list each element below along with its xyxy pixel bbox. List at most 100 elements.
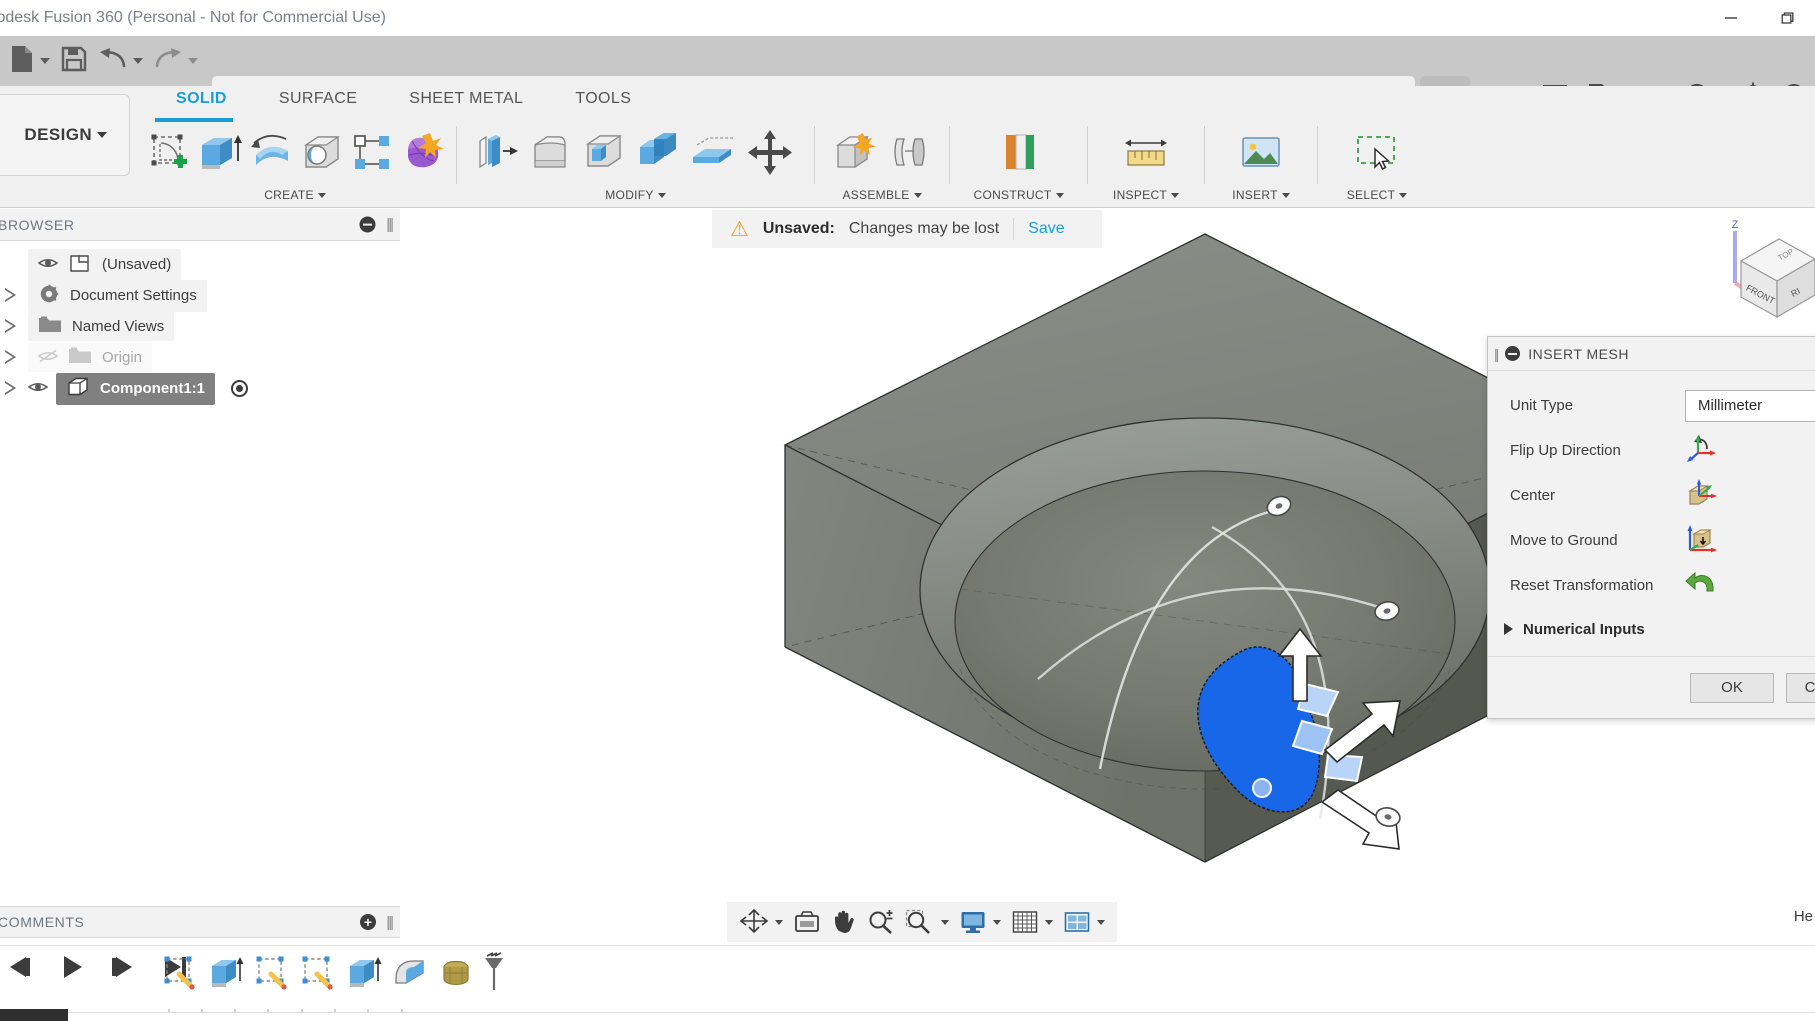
combine-button[interactable] xyxy=(633,124,683,182)
add-comment-button[interactable]: + xyxy=(360,914,376,930)
comments-resize-grip[interactable]: ||| xyxy=(386,914,392,931)
browser-row-document-settings[interactable]: Document Settings xyxy=(0,280,400,311)
look-at-button[interactable] xyxy=(789,905,825,939)
timeline-item-sketch[interactable] xyxy=(160,953,200,996)
panel-title-inspect[interactable]: INSPECT xyxy=(1094,184,1198,206)
comments-panel-header: COMMENTS + ||| xyxy=(0,906,400,938)
browser-title: BROWSER xyxy=(0,217,75,233)
create-sketch-button[interactable] xyxy=(148,124,192,182)
new-file-button[interactable] xyxy=(4,40,55,82)
assemble-tools xyxy=(821,122,943,184)
ribbon-tab-surface[interactable]: SURFACE xyxy=(253,90,383,108)
panel-divider xyxy=(814,126,815,184)
expand-arrow[interactable] xyxy=(0,319,22,334)
pattern-button[interactable] xyxy=(350,124,396,182)
extrude-button[interactable] xyxy=(196,124,244,182)
expand-arrow[interactable] xyxy=(0,381,22,396)
flip-up-direction-icon[interactable] xyxy=(1685,433,1717,468)
timeline-item-fillet[interactable] xyxy=(390,953,430,996)
numerical-inputs-expander[interactable]: Numerical Inputs xyxy=(1488,608,1815,650)
panel-title-insert[interactable]: INSERT xyxy=(1211,184,1311,206)
timeline-item-mesh-body[interactable] xyxy=(436,953,476,996)
view-navigation-bar xyxy=(727,902,1117,942)
timeline-end-marker-icon[interactable] xyxy=(482,952,508,997)
offset-face-button[interactable] xyxy=(687,124,737,182)
pan-button[interactable] xyxy=(827,905,861,939)
save-button[interactable] xyxy=(55,40,93,82)
joint-button[interactable] xyxy=(884,124,935,182)
ok-button[interactable]: OK xyxy=(1690,673,1774,703)
status-indicator xyxy=(0,1009,68,1021)
shell-button[interactable] xyxy=(579,124,629,182)
new-component-button[interactable] xyxy=(829,124,880,182)
browser-row-label: Named Views xyxy=(72,318,164,335)
minimize-button[interactable] xyxy=(1703,0,1759,36)
step-forward-icon[interactable] xyxy=(106,954,140,985)
press-pull-button[interactable] xyxy=(471,124,521,182)
chevron-down-icon xyxy=(1045,920,1053,925)
fit-button[interactable] xyxy=(901,905,953,939)
browser-row-unsaved[interactable]: (Unsaved) xyxy=(0,249,400,280)
expand-arrow[interactable] xyxy=(0,350,22,365)
cancel-button[interactable]: Cancel xyxy=(1786,673,1815,703)
browser-collapse-button[interactable] xyxy=(359,216,376,233)
panel-title-insert-label: INSERT xyxy=(1232,188,1278,202)
hole-button[interactable] xyxy=(300,124,346,182)
dialog-drag-grip[interactable]: || xyxy=(1494,346,1497,362)
folder-icon xyxy=(68,346,92,369)
panel-title-assemble[interactable]: ASSEMBLE xyxy=(821,184,943,206)
timeline-item-extrude[interactable] xyxy=(206,953,246,996)
activate-component-radio[interactable] xyxy=(231,380,248,397)
select-window-button[interactable] xyxy=(1351,124,1403,182)
restore-button[interactable] xyxy=(1759,0,1815,36)
ribbon-tab-tools[interactable]: TOOLS xyxy=(549,90,657,108)
fillet-button[interactable] xyxy=(525,124,575,182)
reset-transformation-icon[interactable] xyxy=(1685,569,1717,602)
timeline-item-sketch[interactable] xyxy=(252,953,292,996)
browser-header: BROWSER ||| xyxy=(0,209,400,241)
move-to-ground-icon[interactable] xyxy=(1685,523,1717,558)
undo-button[interactable] xyxy=(93,40,148,82)
center-icon[interactable] xyxy=(1685,478,1717,513)
browser-resize-grip[interactable]: ||| xyxy=(386,216,392,233)
timeline-item-sketch[interactable] xyxy=(298,953,338,996)
browser-row-component1[interactable]: Component1:1 xyxy=(0,373,400,404)
dialog-collapse-button[interactable] xyxy=(1505,346,1520,361)
status-help-label[interactable]: He xyxy=(1794,908,1813,925)
measure-button[interactable] xyxy=(1120,124,1172,182)
view-cube[interactable]: Z FRONT RI TOP xyxy=(1705,217,1815,327)
display-settings-button[interactable] xyxy=(955,905,1005,939)
ribbon-tab-solid[interactable]: SOLID xyxy=(150,90,253,108)
expand-arrow[interactable] xyxy=(0,288,22,303)
workspace-switcher[interactable]: DESIGN xyxy=(0,94,130,176)
inspect-tools xyxy=(1094,122,1198,184)
panel-title-modify[interactable]: MODIFY xyxy=(463,184,808,206)
redo-button[interactable] xyxy=(148,40,203,82)
viewports-button[interactable] xyxy=(1059,905,1109,939)
move-copy-button[interactable] xyxy=(741,124,801,182)
unit-type-select[interactable]: Millimeter xyxy=(1685,390,1815,422)
zoom-button[interactable] xyxy=(863,905,899,939)
insert-mesh-button[interactable] xyxy=(1235,124,1287,182)
ribbon-tab-sheet-metal[interactable]: SHEET METAL xyxy=(383,90,549,108)
panel-title-create[interactable]: CREATE xyxy=(140,184,450,206)
chevron-down-icon xyxy=(775,920,783,925)
dialog-header[interactable]: || INSERT MESH xyxy=(1488,337,1815,371)
grid-snaps-button[interactable] xyxy=(1007,905,1057,939)
revolve-button[interactable] xyxy=(248,124,296,182)
eye-icon[interactable] xyxy=(38,256,58,274)
browser-row-origin[interactable]: Origin xyxy=(0,342,400,373)
unsaved-banner: ⚠ Unsaved: Changes may be lost Save xyxy=(712,210,1102,248)
eye-icon[interactable] xyxy=(28,380,48,398)
eye-off-icon[interactable] xyxy=(38,349,58,367)
step-back-icon[interactable] xyxy=(4,954,38,985)
browser-row-named-views[interactable]: Named Views xyxy=(0,311,400,342)
timeline-item-extrude[interactable] xyxy=(344,953,384,996)
orbit-button[interactable] xyxy=(735,905,787,939)
panel-title-construct[interactable]: CONSTRUCT xyxy=(956,184,1081,206)
create-form-button[interactable] xyxy=(400,124,448,182)
banner-save-link[interactable]: Save xyxy=(1028,220,1064,238)
panel-title-select[interactable]: SELECT xyxy=(1324,184,1430,206)
offset-plane-button[interactable] xyxy=(993,124,1045,182)
play-icon[interactable] xyxy=(58,954,86,985)
